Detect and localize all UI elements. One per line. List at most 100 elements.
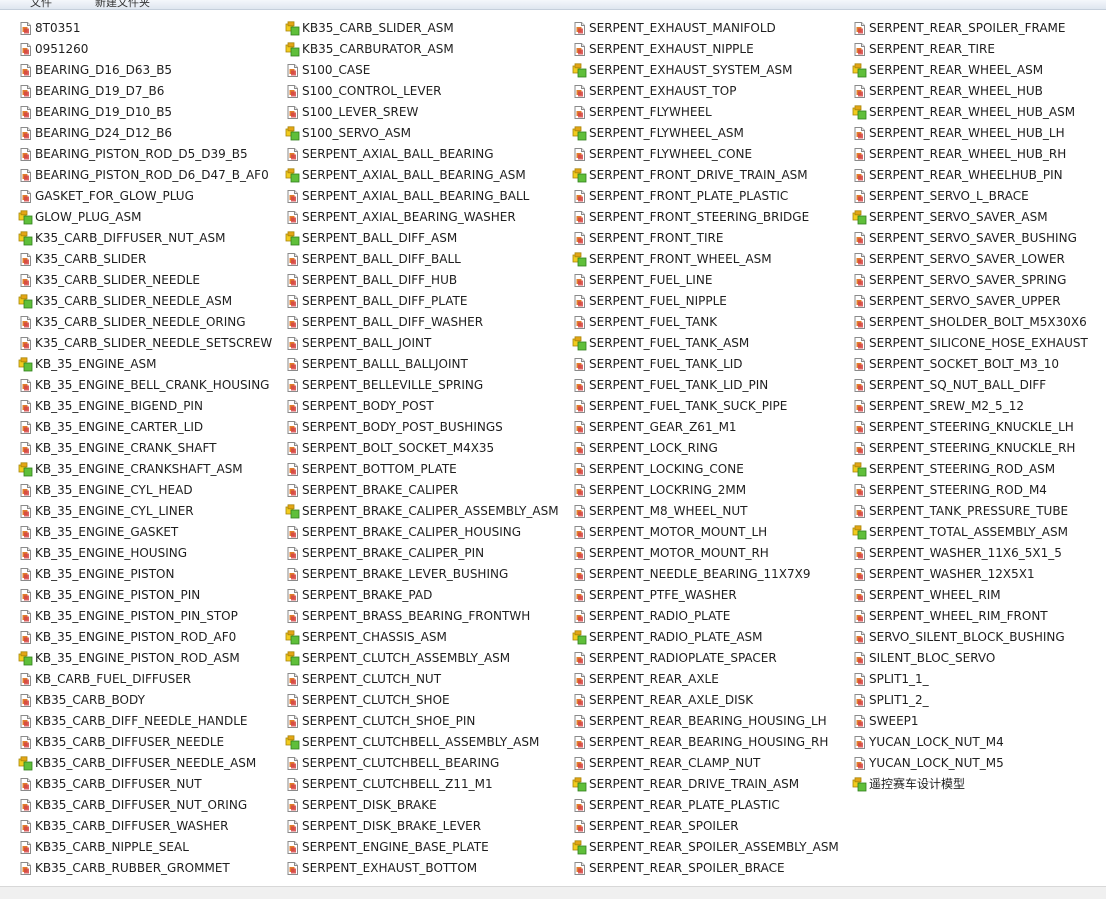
file-item[interactable]: SERPENT_REAR_SPOILER <box>572 816 745 837</box>
file-item[interactable]: SERPENT_BOLT_SOCKET_M4X35 <box>285 438 500 459</box>
file-item[interactable]: KB_35_ENGINE_PISTON_PIN_STOP <box>18 606 244 627</box>
file-item[interactable]: SERPENT_FRONT_WHEEL_ASM <box>572 249 778 270</box>
file-item[interactable]: SERPENT_BRAKE_PAD <box>285 585 438 606</box>
file-item[interactable]: SERPENT_BELLEVILLE_SPRING <box>285 375 489 396</box>
file-item[interactable]: BEARING_D19_D10_B5 <box>18 102 178 123</box>
file-item[interactable]: BEARING_D16_D63_B5 <box>18 60 178 81</box>
file-item[interactable]: SERPENT_FUEL_TANK_ASM <box>572 333 755 354</box>
file-item[interactable]: KB35_CARB_SLIDER_ASM <box>285 18 460 39</box>
file-item[interactable]: GASKET_FOR_GLOW_PLUG <box>18 186 200 207</box>
file-item[interactable]: SERPENT_REAR_SPOILER_ASSEMBLY_ASM <box>572 837 845 858</box>
file-item[interactable]: SERPENT_CLUTCH_SHOE_PIN <box>285 711 481 732</box>
file-item[interactable]: KB_35_ENGINE_CARTER_LID <box>18 417 209 438</box>
file-item[interactable]: KB35_CARB_DIFFUSER_NUT_ORING <box>18 795 253 816</box>
file-item[interactable]: K35_CARB_SLIDER_NEEDLE_SETSCREW <box>18 333 278 354</box>
file-item[interactable]: KB_35_ENGINE_ASM <box>18 354 163 375</box>
file-item[interactable]: SERPENT_REAR_SPOILER_FRAME <box>852 18 1071 39</box>
file-item[interactable]: SERPENT_FLYWHEEL_ASM <box>572 123 750 144</box>
file-item[interactable]: 遥控赛车设计模型 <box>852 774 971 795</box>
file-item[interactable]: SERPENT_RADIO_PLATE_ASM <box>572 627 769 648</box>
file-item[interactable]: SERPENT_FRONT_DRIVE_TRAIN_ASM <box>572 165 814 186</box>
file-item[interactable]: SERPENT_REAR_WHEEL_HUB <box>852 81 1049 102</box>
file-item[interactable]: SERPENT_WHEEL_RIM <box>852 585 1007 606</box>
file-item[interactable]: SERPENT_GEAR_Z61_M1 <box>572 417 743 438</box>
file-item[interactable]: K35_CARB_SLIDER_NEEDLE_ASM <box>18 291 238 312</box>
file-item[interactable]: KB_35_ENGINE_GASKET <box>18 522 184 543</box>
file-item[interactable]: SERPENT_BALL_DIFF_HUB <box>285 270 463 291</box>
file-item[interactable]: SERPENT_NEEDLE_BEARING_11X7X9 <box>572 564 816 585</box>
file-item[interactable]: SERPENT_CLUTCHBELL_ASSEMBLY_ASM <box>285 732 545 753</box>
file-item[interactable]: KB_35_ENGINE_BIGEND_PIN <box>18 396 209 417</box>
file-item[interactable]: SERVO_SILENT_BLOCK_BUSHING <box>852 627 1071 648</box>
file-item[interactable]: SERPENT_BRAKE_CALIPER_HOUSING <box>285 522 527 543</box>
file-item[interactable]: SERPENT_EXHAUST_TOP <box>572 81 742 102</box>
file-item[interactable]: SERPENT_RADIO_PLATE <box>572 606 736 627</box>
toolbar-item-file[interactable]: 文件 <box>30 0 52 9</box>
file-item[interactable]: SERPENT_BOTTOM_PLATE <box>285 459 463 480</box>
file-item[interactable]: SERPENT_FLYWHEEL_CONE <box>572 144 758 165</box>
file-item[interactable]: SERPENT_BALL_DIFF_BALL <box>285 249 467 270</box>
file-item[interactable]: SERPENT_BODY_POST_BUSHINGS <box>285 417 509 438</box>
file-item[interactable]: SERPENT_FLYWHEEL <box>572 102 718 123</box>
file-item[interactable]: SERPENT_DISK_BRAKE_LEVER <box>285 816 487 837</box>
file-item[interactable]: SPLIT1_2_ <box>852 690 935 711</box>
file-item[interactable]: SERPENT_REAR_AXLE <box>572 669 725 690</box>
file-item[interactable]: KB_CARB_FUEL_DIFFUSER <box>18 669 197 690</box>
file-item[interactable]: S100_CONTROL_LEVER <box>285 81 448 102</box>
file-item[interactable]: SERPENT_AXIAL_BALL_BEARING <box>285 144 500 165</box>
file-item[interactable]: SERPENT_AXIAL_BALL_BEARING_ASM <box>285 165 532 186</box>
toolbar-item-new-folder[interactable]: 新建文件夹 <box>95 0 150 9</box>
file-item[interactable]: SERPENT_BALL_DIFF_PLATE <box>285 291 473 312</box>
file-item[interactable]: SERPENT_DISK_BRAKE <box>285 795 443 816</box>
file-item[interactable]: SERPENT_ENGINE_BASE_PLATE <box>285 837 495 858</box>
file-item[interactable]: SERPENT_REAR_WHEELHUB_PIN <box>852 165 1069 186</box>
file-item[interactable]: SERPENT_CLUTCHBELL_BEARING <box>285 753 505 774</box>
file-item[interactable]: SERPENT_SQ_NUT_BALL_DIFF <box>852 375 1052 396</box>
file-item[interactable]: SERPENT_STEERING_KNUCKLE_RH <box>852 438 1081 459</box>
file-item[interactable]: BEARING_PISTON_ROD_D6_D47_B_AF0 <box>18 165 275 186</box>
file-item[interactable]: SERPENT_SHOLDER_BOLT_M5X30X6 <box>852 312 1093 333</box>
file-item[interactable]: SERPENT_FUEL_TANK_LID_PIN <box>572 375 774 396</box>
file-item[interactable]: BEARING_D24_D12_B6 <box>18 123 178 144</box>
file-item[interactable]: SERPENT_TANK_PRESSURE_TUBE <box>852 501 1074 522</box>
file-item[interactable]: SERPENT_SERVO_SAVER_UPPER <box>852 291 1067 312</box>
file-item[interactable]: SERPENT_REAR_AXLE_DISK <box>572 690 759 711</box>
file-item[interactable]: SERPENT_WASHER_12X5X1 <box>852 564 1041 585</box>
file-item[interactable]: SERPENT_BRAKE_CALIPER_ASSEMBLY_ASM <box>285 501 565 522</box>
file-item[interactable]: SERPENT_SERVO_SAVER_LOWER <box>852 249 1071 270</box>
file-item[interactable]: SERPENT_BALL_JOINT <box>285 333 437 354</box>
file-item[interactable]: GLOW_PLUG_ASM <box>18 207 147 228</box>
file-item[interactable]: SERPENT_BRASS_BEARING_FRONTWH <box>285 606 536 627</box>
file-item[interactable]: KB35_CARB_RUBBER_GROMMET <box>18 858 236 879</box>
file-item[interactable]: SERPENT_BODY_POST <box>285 396 440 417</box>
file-item[interactable]: SERPENT_REAR_WHEEL_HUB_LH <box>852 123 1071 144</box>
file-item[interactable]: K35_CARB_SLIDER <box>18 249 152 270</box>
file-item[interactable]: BEARING_PISTON_ROD_D5_D39_B5 <box>18 144 254 165</box>
file-item[interactable]: KB35_CARB_DIFFUSER_NEEDLE_ASM <box>18 753 262 774</box>
file-item[interactable]: SERPENT_REAR_BEARING_HOUSING_RH <box>572 732 834 753</box>
file-item[interactable]: SERPENT_STEERING_ROD_M4 <box>852 480 1053 501</box>
file-item[interactable]: SERPENT_REAR_CLAMP_NUT <box>572 753 766 774</box>
file-item[interactable]: KB35_CARB_DIFFUSER_NEEDLE <box>18 732 230 753</box>
file-item[interactable]: SERPENT_EXHAUST_SYSTEM_ASM <box>572 60 798 81</box>
file-item[interactable]: 0951260 <box>18 39 94 60</box>
file-item[interactable]: SERPENT_EXHAUST_NIPPLE <box>572 39 760 60</box>
file-item[interactable]: SERPENT_CLUTCH_SHOE <box>285 690 456 711</box>
file-item[interactable]: SERPENT_BALLL_BALLJOINT <box>285 354 474 375</box>
file-item[interactable]: SERPENT_STEERING_KNUCKLE_LH <box>852 417 1080 438</box>
file-item[interactable]: SERPENT_SERVO_L_BRACE <box>852 186 1035 207</box>
file-item[interactable]: SERPENT_LOCKRING_2MM <box>572 480 752 501</box>
file-item[interactable]: SERPENT_EXHAUST_MANIFOLD <box>572 18 782 39</box>
file-item[interactable]: SERPENT_MOTOR_MOUNT_LH <box>572 522 773 543</box>
file-item[interactable]: KB_35_ENGINE_PISTON_ROD_ASM <box>18 648 246 669</box>
file-item[interactable]: KB_35_ENGINE_CYL_LINER <box>18 501 200 522</box>
file-item[interactable]: SERPENT_WASHER_11X6_5X1_5 <box>852 543 1068 564</box>
file-item[interactable]: KB35_CARBURATOR_ASM <box>285 39 460 60</box>
file-item[interactable]: SERPENT_SERVO_SAVER_BUSHING <box>852 228 1083 249</box>
file-item[interactable]: SERPENT_REAR_TIRE <box>852 39 1001 60</box>
file-item[interactable]: SERPENT_REAR_DRIVE_TRAIN_ASM <box>572 774 805 795</box>
file-item[interactable]: SERPENT_TOTAL_ASSEMBLY_ASM <box>852 522 1074 543</box>
file-item[interactable]: K35_CARB_SLIDER_NEEDLE_ORING <box>18 312 252 333</box>
file-item[interactable]: SILENT_BLOC_SERVO <box>852 648 1001 669</box>
file-item[interactable]: 8T0351 <box>18 18 87 39</box>
